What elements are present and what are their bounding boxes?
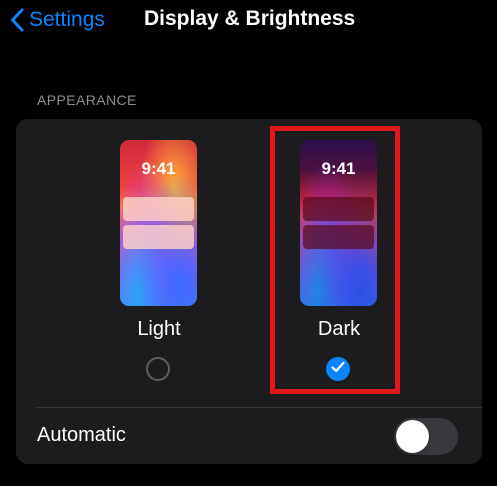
- preview-widget: [123, 225, 194, 249]
- toggle-knob: [396, 420, 429, 453]
- preview-widget: [123, 197, 194, 221]
- chevron-left-icon: [10, 8, 24, 32]
- appearance-option-dark[interactable]: 9:41 Dark: [284, 119, 424, 399]
- automatic-label: Automatic: [37, 424, 126, 446]
- preview-time: 9:41: [141, 159, 176, 178]
- back-button[interactable]: Settings: [10, 6, 105, 34]
- dark-mode-preview: 9:41: [300, 140, 377, 306]
- appearance-option-light[interactable]: 9:41 Light: [104, 119, 244, 399]
- appearance-card: 9:41 Light 9:41 Dark Automatic: [16, 119, 482, 464]
- dark-radio-button[interactable]: [326, 357, 350, 381]
- light-mode-preview: 9:41: [120, 140, 197, 306]
- navigation-bar: Settings Display & Brightness: [0, 0, 497, 40]
- checkmark-icon: [331, 360, 345, 378]
- preview-widget: [303, 225, 374, 249]
- back-label: Settings: [29, 8, 105, 31]
- automatic-row: Automatic: [16, 408, 482, 464]
- preview-widget: [303, 197, 374, 221]
- dark-option-label: Dark: [317, 318, 361, 340]
- light-radio-button[interactable]: [146, 357, 170, 381]
- automatic-toggle[interactable]: [394, 418, 458, 455]
- preview-time: 9:41: [321, 159, 356, 178]
- section-header-appearance: APPEARANCE: [37, 92, 137, 108]
- light-option-label: Light: [137, 318, 181, 340]
- page-title: Display & Brightness: [144, 7, 356, 30]
